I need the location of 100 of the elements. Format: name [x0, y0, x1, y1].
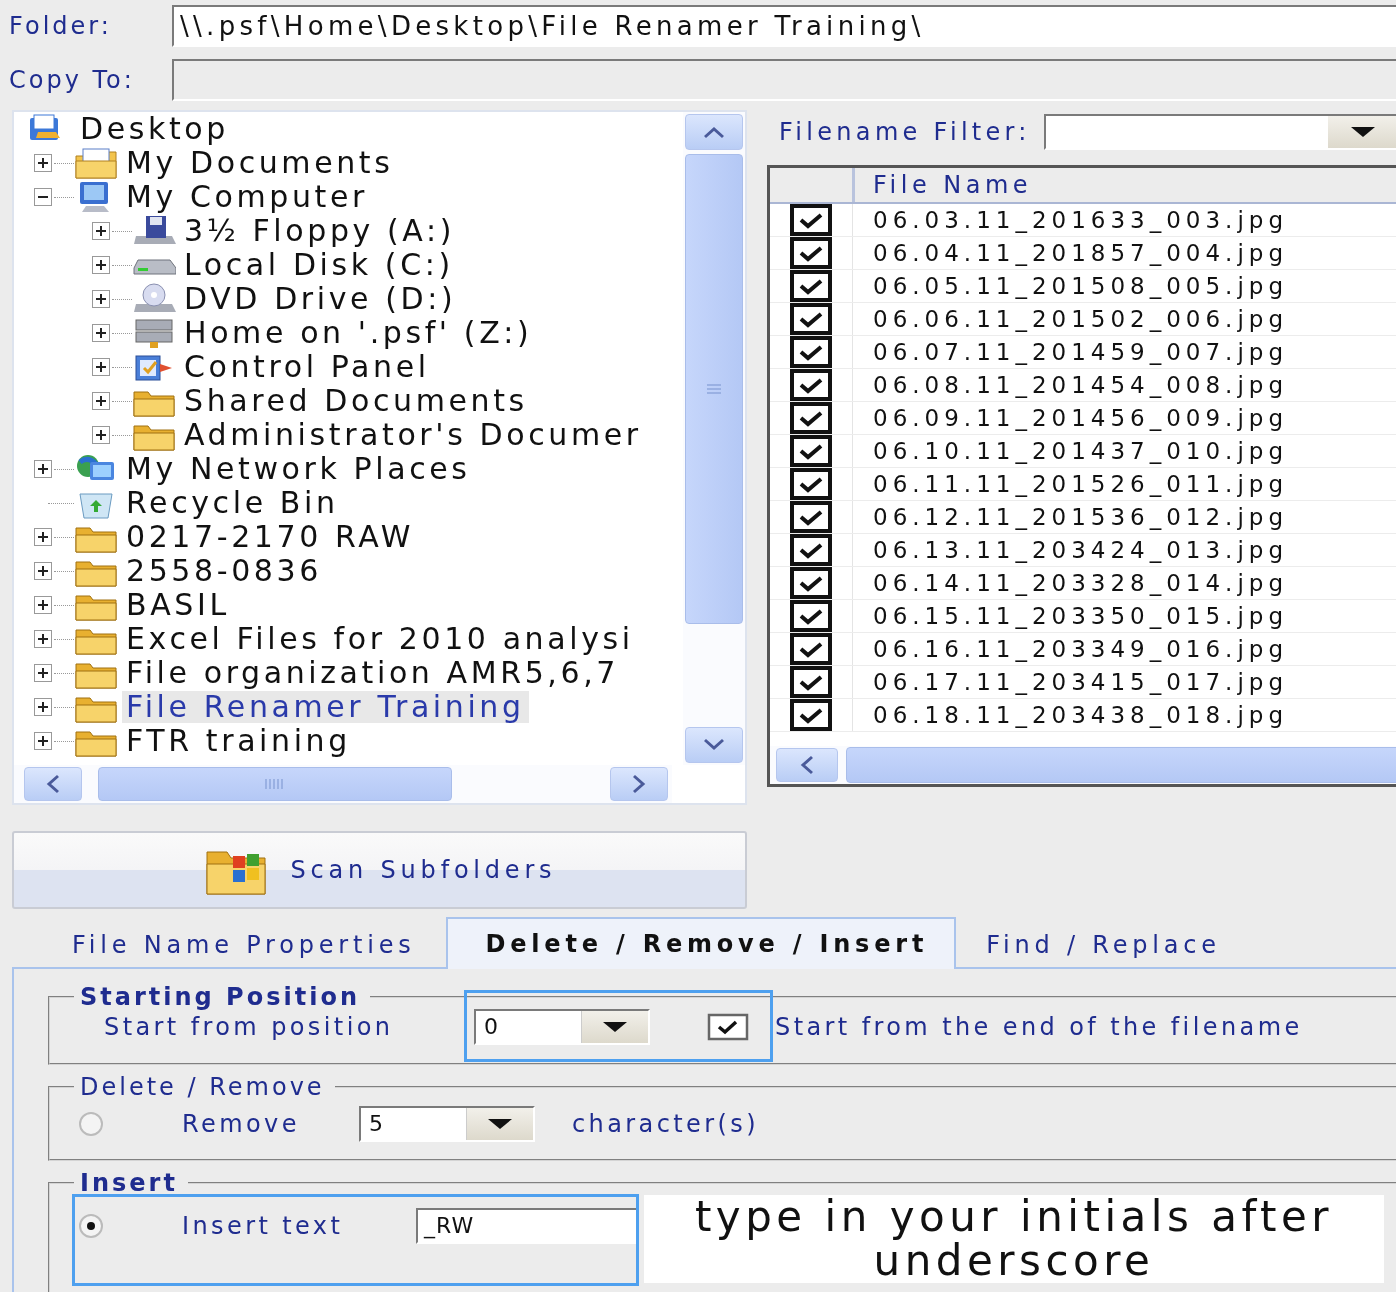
tree-item[interactable]: Recycle Bin [122, 487, 343, 519]
scroll-left-button[interactable] [24, 767, 82, 801]
group-title: Delete / Remove [79, 1073, 326, 1101]
radio-label[interactable]: Insert text [182, 1212, 416, 1240]
tree-item[interactable]: 2558-0836 [122, 555, 326, 587]
caret-down-icon [601, 1021, 629, 1033]
dropdown-button[interactable] [466, 1108, 533, 1140]
chevron-right-icon [632, 773, 646, 795]
radio-button[interactable] [78, 1213, 104, 1239]
checkbox[interactable] [790, 204, 832, 236]
tree-item[interactable]: Control Panel [180, 351, 434, 383]
expand-icon[interactable] [34, 154, 52, 172]
unit-label: character(s) [572, 1110, 759, 1138]
count-dropdown[interactable]: 5 [359, 1106, 535, 1142]
file-name-cell-text: 06.04.11_201857_004.jpg [872, 240, 1289, 266]
tree-item[interactable]: Desktop [76, 113, 233, 145]
tree-item[interactable]: Home on '.psf' (Z:) [180, 317, 537, 349]
document-folder-icon [74, 146, 118, 180]
checkbox[interactable] [790, 336, 832, 368]
tab[interactable]: File Name Properties [42, 919, 446, 969]
network-drive-icon [132, 316, 176, 350]
tree-item[interactable]: FTR training [122, 725, 355, 757]
tree-item[interactable]: My Network Places [122, 453, 475, 485]
chevron-up-icon [702, 125, 726, 139]
group-title: Starting Position [79, 983, 361, 1011]
tree-item[interactable]: 0217-2170 RAW [122, 521, 419, 553]
checkbox[interactable] [790, 699, 832, 731]
scroll-left-button[interactable] [776, 748, 838, 783]
input-field[interactable]: \\.psf\Home\Desktop\File Renamer Training\ [172, 5, 1396, 47]
tree-item[interactable]: File Renamer Training [122, 691, 529, 723]
radio-label[interactable]: Remove [182, 1110, 359, 1138]
group-title: Insert [79, 1169, 179, 1197]
checkbox[interactable] [790, 369, 832, 401]
scrollbar-thumb[interactable] [685, 154, 743, 624]
expand-icon[interactable] [34, 630, 52, 648]
file-name-cell-text: 06.08.11_201454_008.jpg [872, 372, 1289, 398]
tab[interactable]: Find / Replace [956, 919, 1251, 969]
expand-icon[interactable] [34, 596, 52, 614]
expand-icon[interactable] [34, 698, 52, 716]
expand-icon[interactable] [92, 324, 110, 342]
field-label: Folder: [8, 12, 113, 40]
checkbox-label[interactable]: Start from the end of the filename [775, 1013, 1303, 1041]
tree-item[interactable]: File organization AMR5,6,7 [122, 657, 623, 689]
caret-down-icon [486, 1118, 514, 1130]
checkbox[interactable] [790, 567, 832, 599]
tree-item[interactable]: Local Disk (C:) [180, 249, 458, 281]
expand-icon[interactable] [92, 392, 110, 410]
tab[interactable]: Delete / Remove / Insert [445, 917, 957, 969]
filter-dropdown[interactable] [1044, 114, 1396, 150]
scan-subfolders-button[interactable]: Scan Subfolders [12, 831, 747, 909]
checkbox[interactable] [790, 270, 832, 302]
grip-icon [706, 383, 722, 395]
expand-icon[interactable] [34, 732, 52, 750]
expand-icon[interactable] [34, 664, 52, 682]
tree-item[interactable]: DVD Drive (D:) [180, 283, 461, 315]
checkbox[interactable] [790, 468, 832, 500]
scroll-up-button[interactable] [685, 114, 743, 150]
expand-icon[interactable] [34, 460, 52, 478]
tree-item[interactable]: My Computer [122, 181, 372, 213]
checkbox[interactable] [790, 633, 832, 665]
expand-icon[interactable] [92, 256, 110, 274]
file-name-cell-text: 06.18.11_203438_018.jpg [872, 702, 1289, 728]
checkbox[interactable] [790, 600, 832, 632]
collapse-icon[interactable] [34, 188, 52, 206]
tree-item[interactable]: My Documents [122, 147, 398, 179]
checkbox[interactable] [790, 501, 832, 533]
input-field[interactable]: _RW [416, 1208, 638, 1244]
checkbox[interactable] [790, 666, 832, 698]
field-label: Filename Filter: [779, 118, 1032, 146]
scroll-right-button[interactable] [610, 767, 668, 801]
expand-icon[interactable] [92, 290, 110, 308]
tree-item[interactable]: Shared Documents [180, 385, 532, 417]
scrollbar-thumb[interactable] [846, 747, 1396, 784]
file-name-cell-text: 06.10.11_201437_010.jpg [872, 438, 1289, 464]
expand-icon[interactable] [92, 426, 110, 444]
checkbox[interactable] [790, 534, 832, 566]
expand-icon[interactable] [92, 358, 110, 376]
checkbox[interactable] [790, 402, 832, 434]
tree-item[interactable]: 3½ Floppy (A:) [180, 215, 459, 247]
radio-button[interactable] [78, 1111, 104, 1137]
dropdown-button[interactable] [1328, 116, 1396, 148]
checkbox[interactable] [707, 1013, 749, 1041]
tree-item[interactable]: Administrator's Documer [180, 419, 646, 451]
tree-item[interactable]: Excel Files for 2010 analysi [122, 623, 638, 655]
grip-icon [264, 778, 286, 790]
file-name-cell-text: 06.05.11_201508_005.jpg [872, 273, 1289, 299]
field-label: Start from position [104, 1013, 395, 1041]
checkbox[interactable] [790, 303, 832, 335]
chevron-left-icon [800, 754, 814, 777]
expand-icon[interactable] [92, 222, 110, 240]
expand-icon[interactable] [34, 528, 52, 546]
scroll-down-button[interactable] [685, 727, 743, 763]
dropdown-button[interactable] [581, 1011, 648, 1043]
checkbox[interactable] [790, 435, 832, 467]
scrollbar-thumb[interactable] [98, 767, 452, 801]
checkbox[interactable] [790, 237, 832, 269]
field-label: Copy To: [8, 66, 136, 94]
position-dropdown[interactable]: 0 [474, 1009, 650, 1045]
tree-item[interactable]: BASIL [122, 589, 234, 621]
expand-icon[interactable] [34, 562, 52, 580]
